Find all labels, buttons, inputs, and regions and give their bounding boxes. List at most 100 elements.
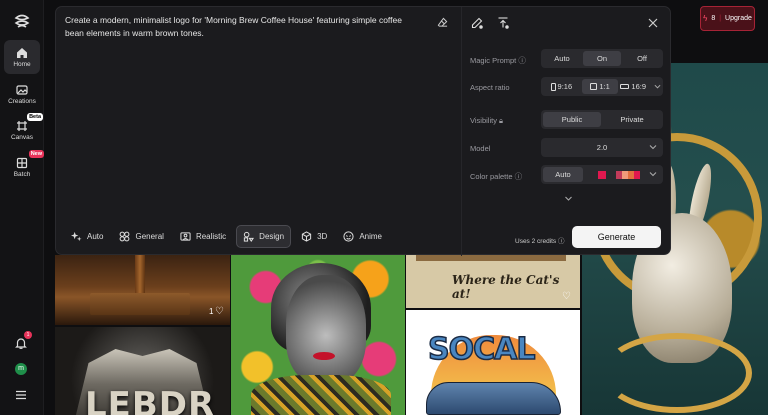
logo-icon[interactable] xyxy=(12,12,32,32)
generation-panel: Create a modern, minimalist logo for 'Mo… xyxy=(55,6,672,256)
model-select[interactable]: 2.0 xyxy=(541,138,663,157)
aspect-ratio-16-9[interactable]: 16:9 xyxy=(620,79,661,94)
upload-icon[interactable] xyxy=(497,17,509,29)
upgrade-button[interactable]: ϟ 8 | Upgrade xyxy=(700,6,755,31)
sidebar-item-label: Canvas xyxy=(10,133,34,141)
aspect-ratio-1-1[interactable]: 1:1 xyxy=(581,79,619,94)
home-icon xyxy=(17,47,27,58)
prompt-input[interactable]: Create a modern, minimalist logo for 'Mo… xyxy=(65,14,420,40)
cube-icon xyxy=(301,231,312,242)
sidebar-item-canvas[interactable]: Canvas Beta xyxy=(4,113,43,147)
info-icon[interactable]: ⓘ xyxy=(515,172,523,181)
style-general-button[interactable]: General xyxy=(113,225,169,248)
sparkle-icon xyxy=(71,231,82,242)
magic-prompt-on[interactable]: On xyxy=(583,51,621,66)
gallery-image-portrait[interactable] xyxy=(231,255,405,415)
visibility-private[interactable]: Private xyxy=(603,112,661,127)
close-icon[interactable] xyxy=(648,18,658,28)
image-text: SOCAL xyxy=(427,331,536,368)
gallery-image-wood-sign[interactable]: 1 ♡ xyxy=(55,255,230,325)
menu-icon[interactable] xyxy=(14,388,28,402)
landscape-icon xyxy=(620,84,630,89)
label-text: Color palette xyxy=(470,172,513,181)
chevron-down-icon[interactable] xyxy=(654,83,661,90)
style-label: Design xyxy=(259,232,285,241)
visibility-label: Visibility 🔒︎ xyxy=(470,116,503,126)
palette-swatch[interactable] xyxy=(598,170,606,179)
sidebar-item-label: Creations xyxy=(8,97,36,105)
style-label: 3D xyxy=(317,232,328,241)
chevron-down-icon xyxy=(649,145,657,150)
aspect-ratio-9-16[interactable]: 9:16 xyxy=(543,79,580,94)
style-label: Realistic xyxy=(195,232,227,241)
option-label: 16:9 xyxy=(631,82,647,91)
sidebar-item-creations[interactable]: Creations xyxy=(4,77,40,111)
clover-icon xyxy=(120,231,130,242)
eraser-icon[interactable] xyxy=(437,17,448,28)
notification-count: 1 xyxy=(24,331,32,339)
generate-button[interactable]: Generate xyxy=(572,226,661,248)
beta-badge: Beta xyxy=(27,113,43,121)
image-detail xyxy=(313,352,335,360)
grid-icon xyxy=(16,157,28,168)
gallery-image-cat-sign[interactable]: Where the Cat's at! ♡ xyxy=(406,255,580,308)
credits-text: Uses 2 credits xyxy=(515,238,557,245)
lock-icon: 🔒︎ xyxy=(499,116,504,125)
visibility-public[interactable]: Public xyxy=(543,112,601,127)
sidebar-item-label: Home xyxy=(13,60,31,68)
style-label: General xyxy=(135,232,164,241)
palette-auto[interactable]: Auto xyxy=(543,167,583,182)
visibility-toggle: Public Private xyxy=(541,110,663,129)
magic-prompt-label: Magic Prompt ⓘ xyxy=(470,55,526,66)
color-palette-select[interactable]: Auto xyxy=(541,165,663,184)
magic-prompt-off[interactable]: Off xyxy=(623,51,661,66)
like-count: 1 xyxy=(209,307,214,316)
info-icon[interactable]: ⓘ xyxy=(558,238,565,245)
model-label: Model xyxy=(470,144,491,153)
style-anime-button[interactable]: Anime xyxy=(337,225,388,248)
label-text: Magic Prompt xyxy=(470,56,517,65)
settings-panel: Magic Prompt ⓘ Auto On Off Aspect ratio … xyxy=(462,7,672,256)
image-detail xyxy=(426,382,561,415)
heart-icon[interactable]: ♡ xyxy=(562,291,571,302)
aspect-ratio-selector: 9:16 1:1 16:9 xyxy=(541,77,663,96)
magic-prompt-toggle: Auto On Off xyxy=(541,49,663,68)
sidebar: Home Creations Canvas Beta Batch New 1 m xyxy=(0,0,44,415)
image-detail xyxy=(251,375,391,415)
photo-icon xyxy=(180,232,191,241)
gallery-image-shield[interactable]: LEBDR xyxy=(55,327,230,415)
square-icon xyxy=(590,83,598,90)
style-3d-button[interactable]: 3D xyxy=(295,225,333,248)
option-label: 1:1 xyxy=(599,82,610,91)
label-text: Visibility xyxy=(470,116,497,125)
chevron-down-icon xyxy=(649,172,657,177)
swatch xyxy=(634,170,640,179)
new-badge: New xyxy=(28,150,44,158)
palette-icon xyxy=(244,231,255,242)
style-label: Anime xyxy=(359,232,382,241)
upgrade-label: Upgrade xyxy=(725,15,752,22)
heart-icon[interactable]: ♡ xyxy=(215,306,224,317)
avatar[interactable]: m xyxy=(15,363,27,375)
style-auto-button[interactable]: Auto xyxy=(65,225,109,248)
credits-info: Uses 2 credits ⓘ xyxy=(515,235,565,245)
model-value: 2.0 xyxy=(596,143,608,152)
style-label: Auto xyxy=(87,232,104,241)
image-detail xyxy=(286,275,366,385)
image-icon xyxy=(16,84,28,95)
sidebar-item-home[interactable]: Home xyxy=(4,40,40,74)
style-realistic-button[interactable]: Realistic xyxy=(174,225,232,248)
image-detail xyxy=(602,333,752,413)
pencil-icon[interactable] xyxy=(471,17,483,29)
style-design-button[interactable]: Design xyxy=(236,225,292,248)
gallery-image-socal[interactable]: SOCAL xyxy=(406,310,580,415)
image-text: LEBDR xyxy=(85,385,216,415)
expand-more-icon[interactable] xyxy=(564,194,573,203)
magic-prompt-auto[interactable]: Auto xyxy=(543,51,581,66)
sidebar-item-batch[interactable]: Batch New xyxy=(4,150,44,184)
info-icon[interactable]: ⓘ xyxy=(518,56,526,65)
separator: | xyxy=(719,15,722,22)
palette-swatch-group[interactable] xyxy=(616,170,640,179)
option-label: 9:16 xyxy=(557,82,573,91)
image-detail xyxy=(135,255,145,295)
